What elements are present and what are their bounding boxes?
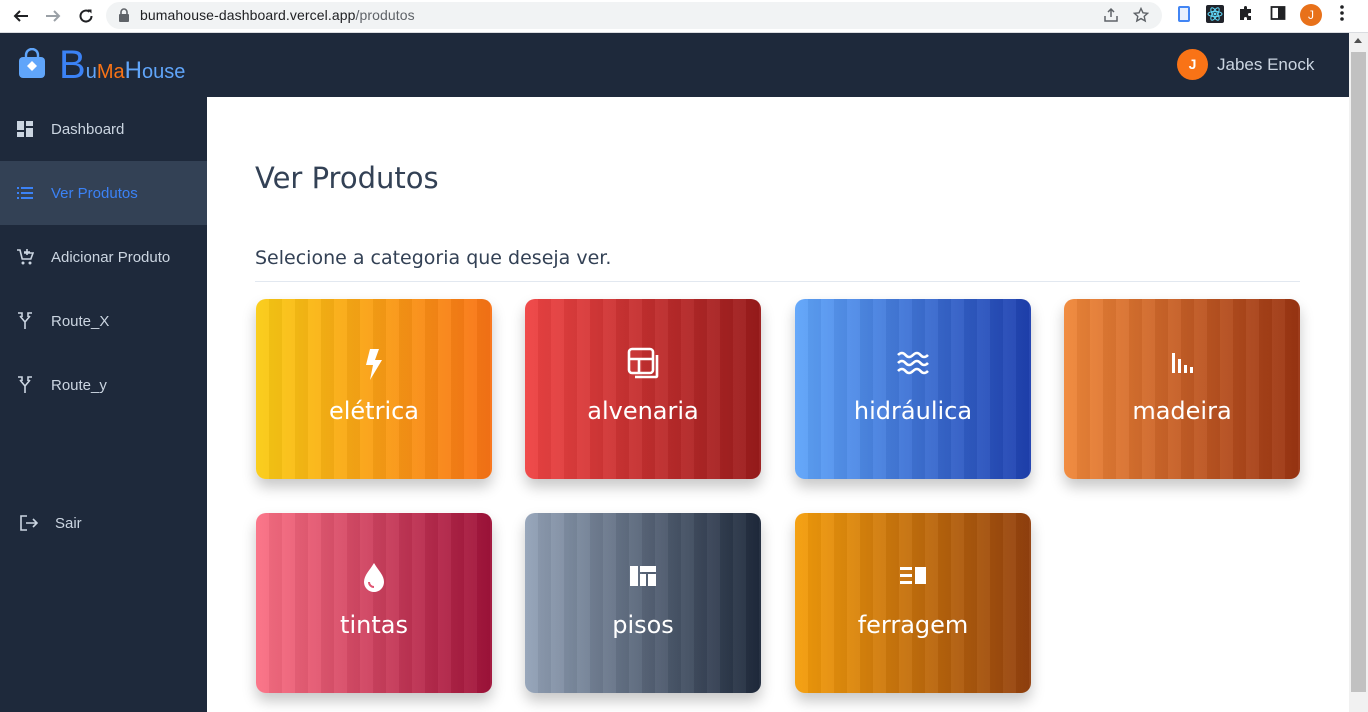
arrow-left-icon xyxy=(13,10,28,22)
sidebar-item-ver-produtos[interactable]: Ver Produtos xyxy=(0,161,207,225)
reload-icon xyxy=(79,9,93,23)
water-icon xyxy=(795,347,1031,383)
sidebar-item-label: Ver Produtos xyxy=(51,184,138,202)
side-panel-icon[interactable] xyxy=(1268,5,1288,25)
dashboard-icon xyxy=(16,120,34,138)
category-card-hidraulica[interactable]: hidráulica xyxy=(795,299,1031,479)
sidebar-item-label: Sair xyxy=(55,514,82,532)
tiles-icon xyxy=(525,561,761,597)
layout-icon xyxy=(525,347,761,383)
divider xyxy=(255,281,1300,282)
brand-logo[interactable]: BuMaHouse xyxy=(59,43,185,88)
sidebar-item-label: Adicionar Produto xyxy=(51,248,171,266)
category-label: pisos xyxy=(612,611,674,639)
sidebar-item-adicionar-produto[interactable]: Adicionar Produto xyxy=(0,225,207,289)
extensions-puzzle-icon[interactable] xyxy=(1236,5,1256,25)
back-button[interactable] xyxy=(10,5,32,27)
page-title: Ver Produtos xyxy=(255,161,439,195)
extension-react-icon[interactable] xyxy=(1205,5,1225,25)
category-label: alvenaria xyxy=(587,397,699,425)
category-card-ferragem[interactable]: ferragem xyxy=(795,513,1031,693)
lock-icon xyxy=(119,8,129,22)
reload-button[interactable] xyxy=(75,5,97,27)
bolt-icon xyxy=(256,347,492,383)
category-label: ferragem xyxy=(857,611,969,639)
drop-icon xyxy=(256,561,492,597)
sidebar-item-label: Route_y xyxy=(51,376,107,394)
browser-profile-avatar[interactable]: J xyxy=(1300,4,1322,26)
bookmark-star-icon[interactable] xyxy=(1132,6,1150,25)
scroll-up-arrow-icon[interactable] xyxy=(1354,38,1362,43)
category-label: elétrica xyxy=(328,397,420,425)
sidebar-item-dashboard[interactable]: Dashboard xyxy=(0,97,207,161)
sidebar-item-route-x[interactable]: Route_X xyxy=(0,289,207,353)
address-bar[interactable]: bumahouse-dashboard.vercel.app/produtos xyxy=(106,2,1162,29)
sidebar-item-label: Dashboard xyxy=(51,120,125,138)
route-icon xyxy=(16,312,34,330)
logout-icon xyxy=(20,514,38,532)
user-name[interactable]: Jabes Enock xyxy=(1217,55,1314,75)
arrow-right-icon xyxy=(46,10,61,22)
bars-icon xyxy=(1064,347,1300,383)
app-header: BuMaHouse J Jabes Enock xyxy=(0,33,1349,97)
sidebar: Dashboard Ver Produtos Adicionar Produto… xyxy=(0,97,207,712)
extension-doc-icon[interactable] xyxy=(1174,5,1194,25)
main-content: Ver Produtos Selecione a categoria que d… xyxy=(207,97,1349,712)
category-card-eletrica[interactable]: elétrica xyxy=(256,299,492,479)
forward-button[interactable] xyxy=(42,5,64,27)
columns-icon xyxy=(795,561,1031,597)
cart-add-icon xyxy=(16,248,34,266)
category-label: hidráulica xyxy=(853,397,973,425)
category-label: madeira xyxy=(1132,397,1232,425)
sidebar-item-route-y[interactable]: Route_y xyxy=(0,353,207,417)
category-card-alvenaria[interactable]: alvenaria xyxy=(525,299,761,479)
user-avatar[interactable]: J xyxy=(1177,49,1208,80)
share-icon[interactable] xyxy=(1102,7,1120,25)
scroll-thumb[interactable] xyxy=(1351,52,1366,692)
browser-toolbar: bumahouse-dashboard.vercel.app/produtos … xyxy=(0,0,1368,33)
shopping-bag-logo-icon xyxy=(19,48,45,78)
sidebar-item-label: Route_X xyxy=(51,312,110,330)
sidebar-item-sair[interactable]: Sair xyxy=(0,491,207,555)
list-icon xyxy=(16,184,34,202)
route-icon xyxy=(16,376,34,394)
page-scrollbar[interactable] xyxy=(1349,33,1368,712)
category-card-pisos[interactable]: pisos xyxy=(525,513,761,693)
browser-menu-icon[interactable] xyxy=(1334,5,1350,25)
url-text: bumahouse-dashboard.vercel.app/produtos xyxy=(140,7,415,23)
category-card-tintas[interactable]: tintas xyxy=(256,513,492,693)
category-card-madeira[interactable]: madeira xyxy=(1064,299,1300,479)
category-label: tintas xyxy=(340,611,408,639)
page-subtitle: Selecione a categoria que deseja ver. xyxy=(255,247,612,269)
